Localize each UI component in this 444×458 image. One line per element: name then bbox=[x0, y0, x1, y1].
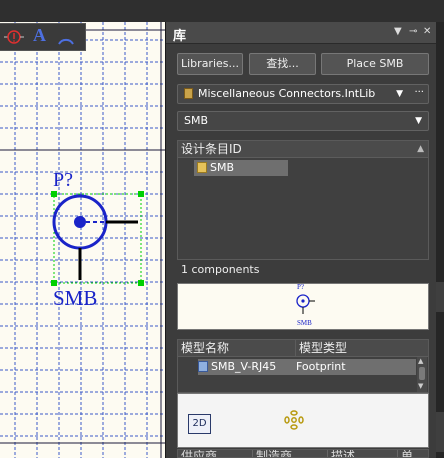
edge-accent bbox=[436, 282, 444, 312]
component-count: 1 components bbox=[181, 263, 260, 276]
schematic-canvas[interactable]: P? SMB A bbox=[0, 22, 166, 458]
panel-menu-icon[interactable]: ▼ bbox=[394, 26, 402, 37]
active-toolbar: A bbox=[0, 23, 86, 51]
panel-pin-icon[interactable]: ⊸ bbox=[409, 26, 417, 37]
panel-header: 库 ▼ ⊸ ✕ bbox=[166, 22, 436, 44]
selection-box bbox=[53, 193, 142, 284]
comment-label[interactable]: SMB bbox=[53, 286, 97, 311]
scroll-thumb[interactable] bbox=[419, 367, 425, 380]
models-col-name[interactable]: 模型名称 bbox=[178, 340, 296, 356]
components-list[interactable]: 设计条目ID ▲ SMB bbox=[177, 140, 429, 260]
component-icon bbox=[197, 162, 207, 173]
libraries-button[interactable]: Libraries... bbox=[177, 53, 243, 75]
model-type-cell: Footprint bbox=[296, 360, 346, 373]
supplier-col-supplier[interactable]: 供应商 bbox=[178, 450, 253, 457]
supplier-col-unit[interactable]: 单 bbox=[398, 450, 413, 457]
model-name-cell: SMB_V-RJ45 bbox=[211, 360, 277, 373]
scroll-up-icon[interactable]: ▲ bbox=[418, 357, 423, 365]
text-icon-glyph: A bbox=[33, 25, 46, 45]
place-button[interactable]: Place SMB bbox=[321, 53, 429, 75]
list-item[interactable]: SMB bbox=[194, 160, 288, 176]
footprint-preview: 2D bbox=[177, 393, 429, 448]
view-2d-button[interactable]: 2D bbox=[188, 414, 211, 434]
text-icon[interactable]: A bbox=[30, 25, 50, 47]
search-button[interactable]: 查找... bbox=[249, 53, 316, 75]
footprint-model-icon bbox=[198, 361, 208, 372]
sort-up-icon: ▲ bbox=[417, 144, 424, 154]
supplier-col-manufacturer[interactable]: 制造商 bbox=[253, 450, 328, 457]
panel-title: 库 bbox=[173, 29, 187, 44]
components-column-label: 设计条目ID bbox=[181, 142, 242, 156]
top-strip bbox=[0, 0, 444, 22]
library-select[interactable]: Miscellaneous Connectors.IntLib ▼ ··· bbox=[177, 84, 429, 104]
right-edge-strip[interactable] bbox=[436, 22, 444, 458]
selection-handle bbox=[138, 280, 144, 286]
preview-designator: P? bbox=[297, 283, 304, 291]
smb-symbol[interactable] bbox=[0, 22, 166, 458]
footprint-graphic bbox=[284, 410, 304, 430]
models-scrollbar[interactable]: ▲ ▼ bbox=[417, 357, 427, 392]
table-row[interactable]: SMB_V-RJ45 Footprint bbox=[198, 359, 416, 375]
models-header-row: 模型名称 模型类型 bbox=[178, 340, 428, 357]
scroll-down-icon[interactable]: ▼ bbox=[418, 382, 423, 390]
filter-input[interactable]: SMB ▼ bbox=[177, 111, 429, 131]
supplier-table-header: 供应商 制造商 描述 单 bbox=[177, 449, 429, 458]
chevron-down-icon: ▼ bbox=[396, 89, 403, 99]
arc-icon[interactable] bbox=[56, 27, 76, 47]
connector-center-dot bbox=[74, 216, 86, 228]
components-column-header[interactable]: 设计条目ID ▲ bbox=[178, 141, 428, 158]
list-item-label: SMB bbox=[210, 161, 235, 174]
probe-icon[interactable] bbox=[4, 27, 24, 47]
models-table[interactable]: 模型名称 模型类型 SMB_V-RJ45 Footprint ▲ ▼ bbox=[177, 339, 429, 393]
chevron-down-icon: ▼ bbox=[415, 116, 422, 126]
library-select-value: Miscellaneous Connectors.IntLib bbox=[198, 87, 376, 100]
more-icon[interactable]: ··· bbox=[414, 84, 424, 102]
preview-comment: SMB bbox=[297, 319, 312, 327]
supplier-col-description[interactable]: 描述 bbox=[328, 450, 398, 457]
selection-handle bbox=[138, 191, 144, 197]
filter-value: SMB bbox=[184, 114, 209, 127]
library-panel: 库 ▼ ⊸ ✕ Libraries... 查找... Place SMB Mis… bbox=[166, 22, 436, 458]
designator-label[interactable]: P? bbox=[53, 169, 73, 192]
symbol-preview: P? SMB bbox=[177, 283, 429, 330]
library-icon bbox=[184, 88, 193, 99]
panel-close-icon[interactable]: ✕ bbox=[423, 26, 431, 37]
models-col-type[interactable]: 模型类型 bbox=[296, 340, 347, 356]
edge-accent bbox=[436, 412, 444, 452]
